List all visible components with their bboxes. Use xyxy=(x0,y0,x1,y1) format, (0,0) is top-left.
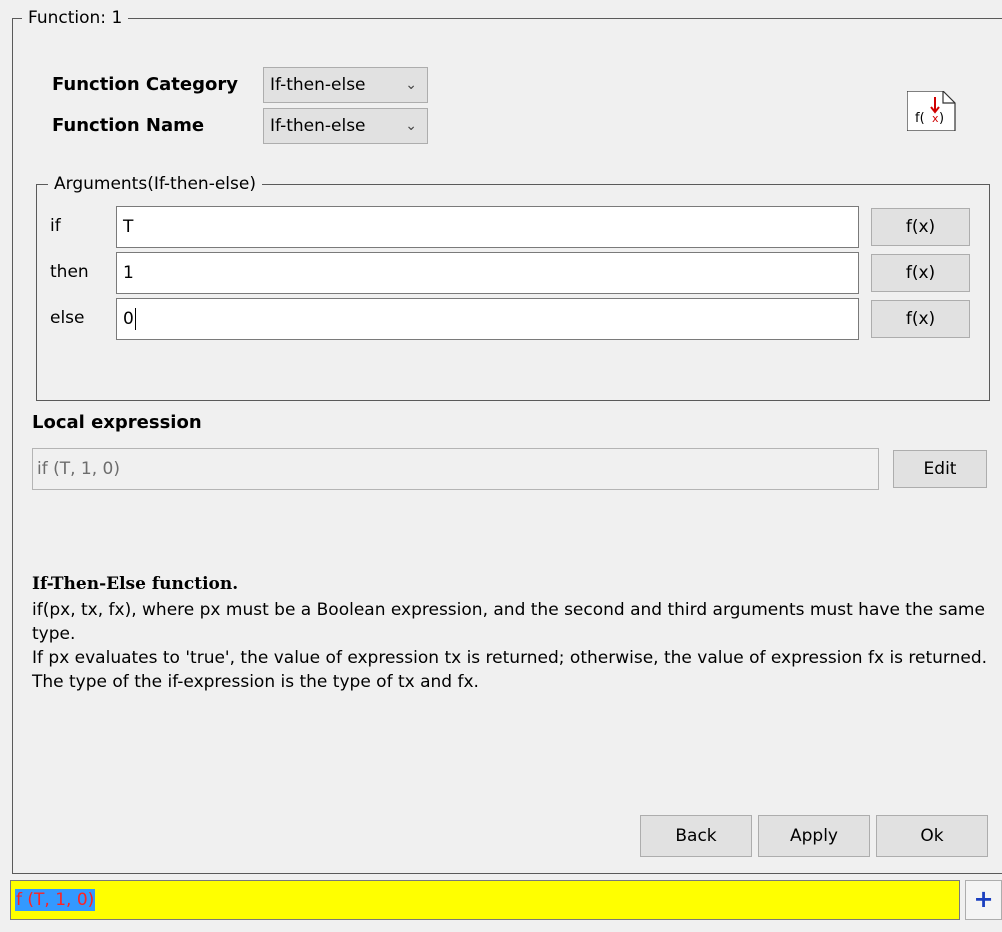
function-category-label: Function Category xyxy=(52,74,238,95)
expression-bar-text: f (T, 1, 0) xyxy=(15,889,96,911)
argument-then-value: 1 xyxy=(123,263,134,283)
local-expression-label: Local expression xyxy=(32,412,202,433)
argument-label-then: then xyxy=(50,262,89,282)
function-name-value: If-then-else xyxy=(270,116,366,136)
svg-text:x: x xyxy=(932,112,939,125)
text-cursor xyxy=(134,308,136,330)
function-description: If-Then-Else function. if(px, tx, fx), w… xyxy=(32,572,992,694)
argument-label-else: else xyxy=(50,308,85,328)
function-name-label: Function Name xyxy=(52,115,205,136)
argument-if-input[interactable]: T xyxy=(116,206,859,248)
add-button[interactable]: + xyxy=(965,880,1002,920)
argument-label-if: if xyxy=(50,216,61,236)
local-expression-value: if (T, 1, 0) xyxy=(37,459,121,479)
argument-then-input[interactable]: 1 xyxy=(116,252,859,294)
function-group xyxy=(12,18,1002,874)
description-line: The type of the if-expression is the typ… xyxy=(32,672,479,692)
function-category-value: If-then-else xyxy=(270,75,366,95)
argument-if-value: T xyxy=(123,217,134,237)
function-group-legend: Function: 1 xyxy=(22,8,129,28)
argument-else-input[interactable]: 0 xyxy=(116,298,859,340)
ok-button[interactable]: Ok xyxy=(876,815,988,857)
apply-button[interactable]: Apply xyxy=(758,815,870,857)
description-line: If px evaluates to 'true', the value of … xyxy=(32,648,988,668)
arguments-group-legend: Arguments(If-then-else) xyxy=(48,174,262,194)
chevron-down-icon: ⌄ xyxy=(405,77,417,93)
argument-else-fx-button[interactable]: f(x) xyxy=(871,300,970,338)
chevron-down-icon: ⌄ xyxy=(405,118,417,134)
argument-if-fx-button[interactable]: f(x) xyxy=(871,208,970,246)
back-button[interactable]: Back xyxy=(640,815,752,857)
svg-text:f(: f( xyxy=(915,111,925,126)
svg-text:): ) xyxy=(939,111,944,126)
argument-else-value: 0 xyxy=(123,309,134,329)
function-name-select[interactable]: If-then-else ⌄ xyxy=(263,108,428,144)
local-expression-field: if (T, 1, 0) xyxy=(32,448,879,490)
edit-button[interactable]: Edit xyxy=(893,450,987,488)
function-doc-icon: f( x ) xyxy=(906,90,962,132)
expression-bar[interactable]: f (T, 1, 0) xyxy=(10,880,960,920)
argument-then-fx-button[interactable]: f(x) xyxy=(871,254,970,292)
description-title: If-Then-Else function. xyxy=(32,574,239,594)
description-line: if(px, tx, fx), where px must be a Boole… xyxy=(32,600,985,644)
function-category-select[interactable]: If-then-else ⌄ xyxy=(263,67,428,103)
